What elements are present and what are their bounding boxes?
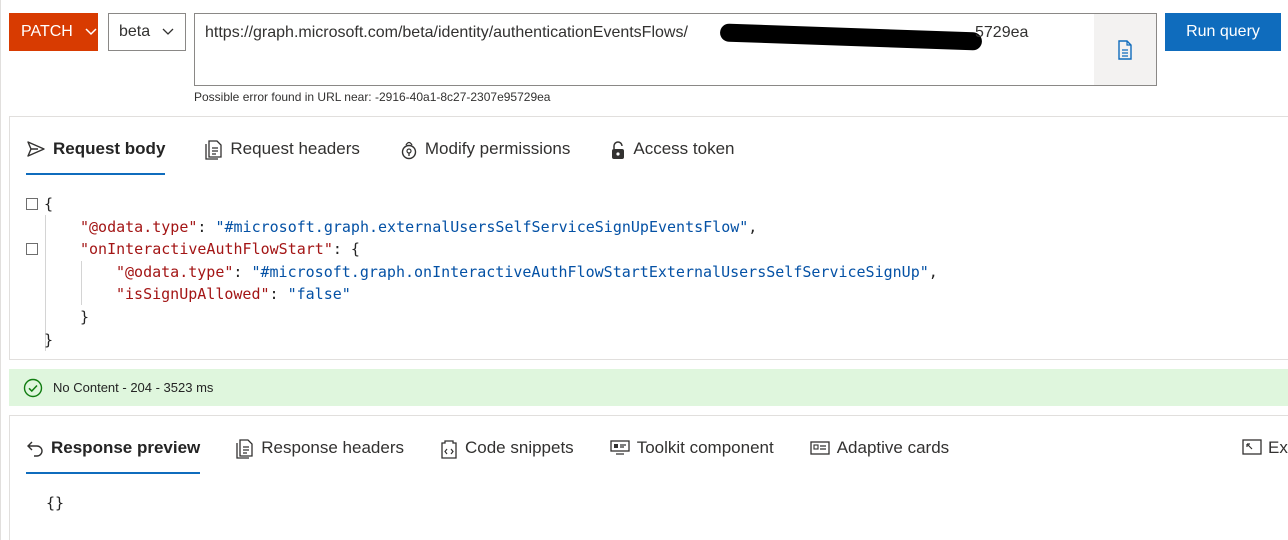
json-brace: }	[80, 307, 90, 326]
toolkit-icon	[610, 440, 630, 455]
redaction-mark	[719, 23, 983, 51]
tab-access-token[interactable]: Access token	[610, 137, 735, 175]
url-text: https://graph.microsoft.com/beta/identit…	[205, 24, 688, 41]
tab-label: Response preview	[51, 438, 201, 457]
fold-toggle[interactable]	[26, 198, 38, 210]
tab-response-preview[interactable]: Response preview	[26, 436, 201, 474]
request-body-editor[interactable]: { "@odata.type": "#microsoft.graph.exter…	[24, 193, 938, 351]
url-error-message: Possible error found in URL near: -2916-…	[194, 90, 551, 104]
tab-label: Adaptive cards	[836, 438, 950, 457]
headers-document-icon	[236, 439, 253, 459]
document-icon	[1118, 39, 1132, 60]
json-value: "#microsoft.graph.onInteractiveAuthFlowS…	[251, 262, 929, 281]
fold-toggle[interactable]	[26, 243, 38, 256]
code-line: "onInteractiveAuthFlowStart": {	[24, 238, 938, 261]
tab-label: Exp	[1268, 438, 1288, 457]
card-icon	[810, 441, 830, 455]
code-line: }	[24, 306, 938, 329]
code-line: "@odata.type": "#microsoft.graph.onInter…	[116, 262, 938, 281]
share-query-button[interactable]	[1094, 14, 1156, 85]
json-value: "false"	[287, 285, 351, 304]
json-key: "@odata.type"	[116, 262, 234, 281]
json-key: "@odata.type"	[80, 217, 198, 236]
tab-request-body[interactable]: Request body	[26, 137, 166, 175]
tab-label: Toolkit component	[636, 438, 774, 457]
tab-label: Response headers	[261, 438, 404, 457]
json-brace: {	[44, 195, 54, 213]
json-key: "onInteractiveAuthFlowStart"	[80, 240, 333, 259]
tab-label: Request body	[53, 139, 166, 158]
chevron-down-icon	[85, 28, 97, 36]
json-key: "isSignUpAllowed"	[116, 285, 270, 304]
tab-label: Request headers	[230, 139, 360, 158]
response-tabs: Response preview Response headers Code s…	[26, 436, 985, 476]
check-circle-icon	[23, 378, 43, 397]
tab-adaptive-cards[interactable]: Adaptive cards	[810, 436, 949, 474]
request-tabs: Request body Request headers Modify perm…	[26, 137, 775, 177]
expand-icon	[1242, 439, 1262, 455]
api-version-label: beta	[119, 23, 151, 40]
headers-document-icon	[205, 140, 223, 160]
tab-toolkit-component[interactable]: Toolkit component	[610, 436, 774, 474]
code-line: }	[24, 329, 938, 352]
tab-label: Code snippets	[465, 438, 574, 457]
permissions-icon	[401, 141, 417, 160]
tab-label: Modify permissions	[424, 139, 571, 158]
api-version-dropdown[interactable]: beta	[108, 13, 186, 51]
response-panel: Response preview Response headers Code s…	[9, 415, 1288, 540]
http-method-dropdown[interactable]: PATCH	[9, 13, 98, 51]
code-snippet-icon	[441, 440, 457, 459]
send-icon	[27, 141, 45, 157]
code-line: {	[24, 193, 938, 216]
response-body: {}	[46, 494, 65, 512]
request-url-input[interactable]: https://graph.microsoft.com/beta/identit…	[194, 13, 1157, 86]
request-panel: Request body Request headers Modify perm…	[9, 116, 1288, 360]
code-line: "@odata.type": "#microsoft.graph.externa…	[80, 217, 758, 236]
http-method-label: PATCH	[21, 23, 73, 40]
lock-icon	[612, 141, 625, 159]
response-status-bar: No Content - 204 - 3523 ms	[9, 369, 1288, 406]
tab-request-headers[interactable]: Request headers	[205, 137, 360, 175]
json-brace: }	[44, 330, 54, 349]
url-text-end: 5729ea	[975, 24, 1029, 41]
chevron-down-icon	[162, 28, 174, 35]
tab-code-snippets[interactable]: Code snippets	[440, 436, 574, 474]
run-query-button[interactable]: Run query	[1165, 13, 1281, 51]
status-text: No Content - 204 - 3523 ms	[53, 380, 214, 395]
tab-modify-permissions[interactable]: Modify permissions	[400, 137, 571, 175]
tab-expand[interactable]: Exp	[1242, 438, 1288, 458]
left-border	[0, 0, 1, 540]
undo-arrow-icon	[27, 441, 43, 457]
tab-response-headers[interactable]: Response headers	[236, 436, 404, 474]
json-value: "#microsoft.graph.externalUsersSelfServi…	[215, 217, 749, 236]
code-line: "isSignUpAllowed": "false"	[116, 285, 351, 304]
tab-label: Access token	[633, 139, 735, 158]
